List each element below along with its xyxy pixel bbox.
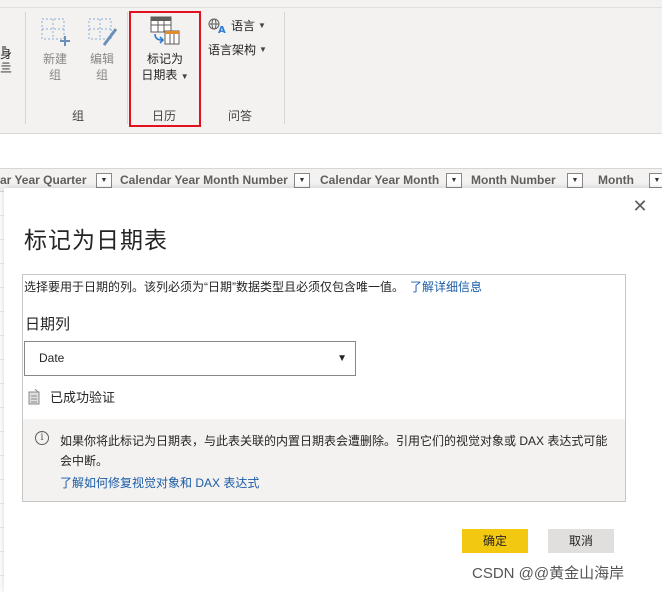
new-group-label-2: 组 <box>48 68 61 82</box>
ribbon-separator <box>25 12 26 124</box>
close-icon[interactable]: ✕ <box>630 196 650 216</box>
group-label-qa: 问答 <box>228 109 253 123</box>
validation-status: 已成功验证 <box>28 387 115 406</box>
globe-language-icon: A <box>208 18 226 34</box>
document-check-icon <box>28 388 40 404</box>
svg-text:A: A <box>218 25 226 34</box>
date-column-select[interactable]: Date ▼ <box>24 341 356 376</box>
linguistic-schema-label: 语言架构 <box>208 43 257 57</box>
ok-button[interactable]: 确定 <box>462 529 528 553</box>
cancel-button[interactable]: 取消 <box>548 529 614 553</box>
chevron-down-icon: ▼ <box>258 21 266 30</box>
fix-visuals-link[interactable]: 了解如何修复视觉对象和 DAX 表达式 <box>60 474 259 491</box>
ribbon-separator <box>284 12 285 124</box>
date-column-label: 日期列 <box>25 316 71 333</box>
new-group-button[interactable]: 新建 组 <box>37 15 73 83</box>
language-button[interactable]: A 语言 ▼ <box>208 17 266 34</box>
ribbon-separator <box>127 12 128 124</box>
linguistic-schema-button[interactable]: 语言架构 ▼ <box>208 41 267 58</box>
partial-label-2: 亖 <box>0 61 13 75</box>
column-dropdown-icon[interactable]: ▼ <box>567 173 583 188</box>
description-text: 选择要用于日期的列。该列必须为“日期”数据类型且必须仅包含唯一值。 <box>24 280 404 294</box>
edit-group-label-2: 组 <box>95 68 108 82</box>
dialog-title: 标记为日期表 <box>24 227 168 253</box>
validation-text: 已成功验证 <box>50 390 116 405</box>
learn-more-link[interactable]: 了解详细信息 <box>410 280 482 294</box>
column-dropdown-icon[interactable]: ▼ <box>446 173 462 188</box>
column-dropdown-icon[interactable]: ▼ <box>294 173 310 188</box>
chevron-down-icon: ▼ <box>259 45 267 54</box>
column-dropdown-icon[interactable]: ▼ <box>96 173 112 188</box>
partial-dot <box>2 46 6 50</box>
new-group-icon <box>41 18 70 46</box>
column-dropdown-icon[interactable]: ▼ <box>649 173 662 188</box>
watermark: CSDN @@黄金山海岸 <box>472 565 625 582</box>
warning-text: 如果你将此标记为日期表，与此表关联的内置日期表会遭删除。引用它们的视觉对象或 D… <box>60 434 608 468</box>
ribbon-top-strip <box>0 0 662 8</box>
chevron-down-icon: ▼ <box>337 353 347 364</box>
new-group-label-1: 新建 <box>42 52 67 66</box>
edit-group-button[interactable]: 编辑 组 <box>84 15 120 83</box>
group-label-group: 组 <box>72 109 85 123</box>
edit-group-label-1: 编辑 <box>89 52 114 66</box>
dialog-description: 选择要用于日期的列。该列必须为“日期”数据类型且必须仅包含唯一值。 了解详细信息 <box>24 278 482 295</box>
info-icon: i <box>35 431 49 445</box>
highlight-box <box>129 11 201 127</box>
edit-group-icon <box>88 18 118 46</box>
ribbon-left-partial: 身 亖 <box>0 47 12 75</box>
date-column-value: Date <box>39 351 65 365</box>
language-label: 语言 <box>231 19 256 33</box>
